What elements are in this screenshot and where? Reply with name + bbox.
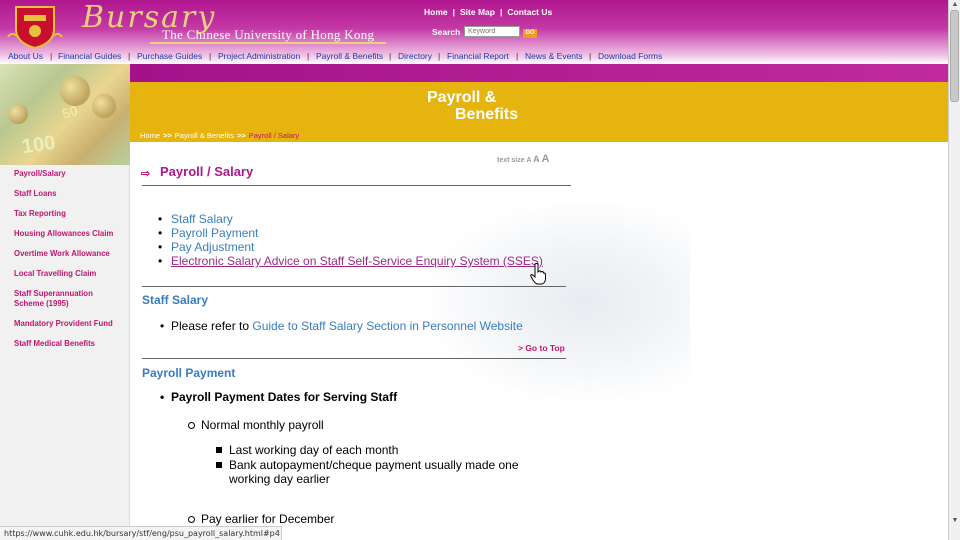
sidebar-item-mpf[interactable]: Mandatory Provident Fund	[0, 319, 129, 329]
nav-financial-guides[interactable]: Financial Guides	[58, 51, 121, 61]
sidebar-item-staff-loans[interactable]: Staff Loans	[0, 189, 129, 199]
toc-link[interactable]: Electronic Salary Advice on Staff Self-S…	[171, 254, 543, 268]
search-label: Search	[432, 27, 461, 37]
toc-link[interactable]: Staff Salary	[171, 212, 233, 226]
hand-cursor-icon	[530, 263, 546, 285]
personnel-website-link[interactable]: Guide to Staff Salary Section in Personn…	[252, 319, 522, 333]
nav-separator: |	[589, 51, 592, 61]
nav-separator: |	[307, 51, 310, 61]
breadcrumb-bar: Home >> Payroll & Benefits >> Payroll / Sala…	[130, 130, 948, 142]
breadcrumb-separator: >>	[163, 131, 172, 140]
scroll-thumb[interactable]	[950, 10, 959, 102]
text-size-small[interactable]: A	[526, 157, 531, 164]
breadcrumb-home[interactable]: Home	[140, 131, 160, 140]
contact-us-link[interactable]: Contact Us	[507, 7, 552, 17]
main-content: text size A A A ⇨ Payroll / Salary Staff…	[130, 142, 948, 534]
coin-image	[8, 104, 28, 124]
sidebar-item-superannuation[interactable]: Staff Superannuation Scheme (1995)	[0, 289, 129, 309]
banknote-decoration: 100	[20, 131, 57, 159]
site-map-link[interactable]: Site Map	[460, 7, 495, 17]
nav-separator: |	[516, 51, 519, 61]
divider	[142, 185, 571, 186]
scroll-up-icon[interactable]: ▲	[950, 0, 960, 10]
separator: |	[452, 7, 456, 17]
staff-salary-item: Please refer to Guide to Staff Salary Se…	[160, 319, 523, 333]
sidebar-item-overtime-allowance[interactable]: Overtime Work Allowance	[0, 249, 129, 259]
staff-salary-text: Please refer to	[171, 319, 253, 333]
title-arrow-icon: ⇨	[141, 168, 151, 180]
toc-item-pay-adjustment[interactable]: Pay Adjustment	[158, 240, 543, 254]
sidebar-item-local-travelling[interactable]: Local Travelling Claim	[0, 269, 129, 279]
banner-title-line2: Benefits	[455, 106, 519, 123]
sidebar: Payroll/Salary Staff Loans Tax Reporting…	[0, 165, 130, 540]
toc-item-sses[interactable]: Electronic Salary Advice on Staff Self-S…	[158, 254, 543, 268]
university-crest-icon[interactable]	[6, 3, 64, 49]
go-to-top-link[interactable]: > Go to Top	[518, 343, 565, 353]
breadcrumb-separator: >>	[236, 131, 246, 140]
search-go-button[interactable]: GO	[523, 29, 537, 38]
sidebar-item-housing-allowances[interactable]: Housing Allowances Claim	[0, 229, 129, 239]
breadcrumb-payroll-benefits[interactable]: Payroll & Benefits	[175, 131, 234, 140]
header-stripe	[130, 64, 948, 82]
breadcrumb: Home >> Payroll & Benefits >> Payroll / Sala…	[140, 131, 299, 140]
nav-separator: |	[50, 51, 53, 61]
nav-about-us[interactable]: About Us	[8, 51, 43, 61]
text-size-medium[interactable]: A	[533, 154, 540, 164]
text-size-label: text size	[497, 157, 525, 164]
coin-image	[92, 94, 116, 118]
text-size-control: text size A A A	[497, 153, 549, 165]
section-banner: Payroll & Benefits	[130, 82, 948, 130]
table-of-contents: Staff Salary Payroll Payment Pay Adjustm…	[158, 212, 543, 268]
nav-separator: |	[389, 51, 392, 61]
breadcrumb-current: Payroll / Salary	[248, 131, 300, 140]
toc-link[interactable]: Pay Adjustment	[171, 240, 254, 254]
nav-news-events[interactable]: News & Events	[525, 51, 583, 61]
sidebar-item-payroll-salary[interactable]: Payroll/Salary	[0, 169, 129, 179]
nav-project-administration[interactable]: Project Administration	[218, 51, 300, 61]
staff-salary-heading: Staff Salary	[142, 293, 209, 307]
december-payroll-item: Pay earlier for December	[188, 512, 334, 526]
separator: |	[499, 7, 503, 17]
sidebar-item-tax-reporting[interactable]: Tax Reporting	[0, 209, 129, 219]
payroll-payment-heading: Payroll Payment	[142, 366, 236, 380]
nav-financial-report[interactable]: Financial Report	[447, 51, 509, 61]
nav-separator: |	[128, 51, 131, 61]
nav-directory[interactable]: Directory	[398, 51, 432, 61]
page-scrollbar[interactable]: ▲ ▼	[948, 0, 960, 540]
divider	[142, 286, 566, 287]
money-banner-image: 50 100	[0, 64, 130, 165]
toc-item-payroll-payment[interactable]: Payroll Payment	[158, 226, 543, 240]
nav-purchase-guides[interactable]: Purchase Guides	[137, 51, 202, 61]
sidebar-item-medical-benefits[interactable]: Staff Medical Benefits	[0, 339, 129, 349]
payment-dates-item: Payroll Payment Dates for Serving Staff	[160, 390, 397, 404]
nav-payroll-benefits[interactable]: Payroll & Benefits	[316, 51, 383, 61]
text-size-large[interactable]: A	[542, 153, 550, 165]
toc-link[interactable]: Payroll Payment	[171, 226, 258, 240]
divider	[142, 358, 566, 359]
toc-item-staff-salary[interactable]: Staff Salary	[158, 212, 543, 226]
banner-title-line1: Payroll &	[427, 89, 497, 106]
nav-separator: |	[209, 51, 212, 61]
normal-payroll-item: Normal monthly payroll	[188, 418, 324, 432]
nav-download-forms[interactable]: Download Forms	[598, 51, 662, 61]
main-nav: About Us | Financial Guides | Purchase G…	[0, 49, 948, 63]
university-name[interactable]: The Chinese University of Hong Kong	[162, 27, 374, 43]
site-header: Bursary The Chinese University of Hong K…	[0, 0, 948, 64]
search-input[interactable]	[464, 26, 520, 37]
payroll-detail-item: Last working day of each month	[216, 443, 556, 457]
banner-title: Payroll & Benefits	[427, 89, 518, 123]
payroll-detail-item: Bank autopayment/cheque payment usually …	[216, 458, 556, 486]
scroll-down-icon[interactable]: ▼	[950, 516, 960, 526]
page-title: Payroll / Salary	[160, 164, 254, 179]
home-link[interactable]: Home	[424, 7, 448, 17]
nav-separator: |	[438, 51, 441, 61]
browser-status-bar: https://www.cuhk.edu.hk/bursary/stf/eng/…	[0, 526, 282, 540]
top-links: Home | Site Map | Contact Us	[424, 7, 552, 17]
